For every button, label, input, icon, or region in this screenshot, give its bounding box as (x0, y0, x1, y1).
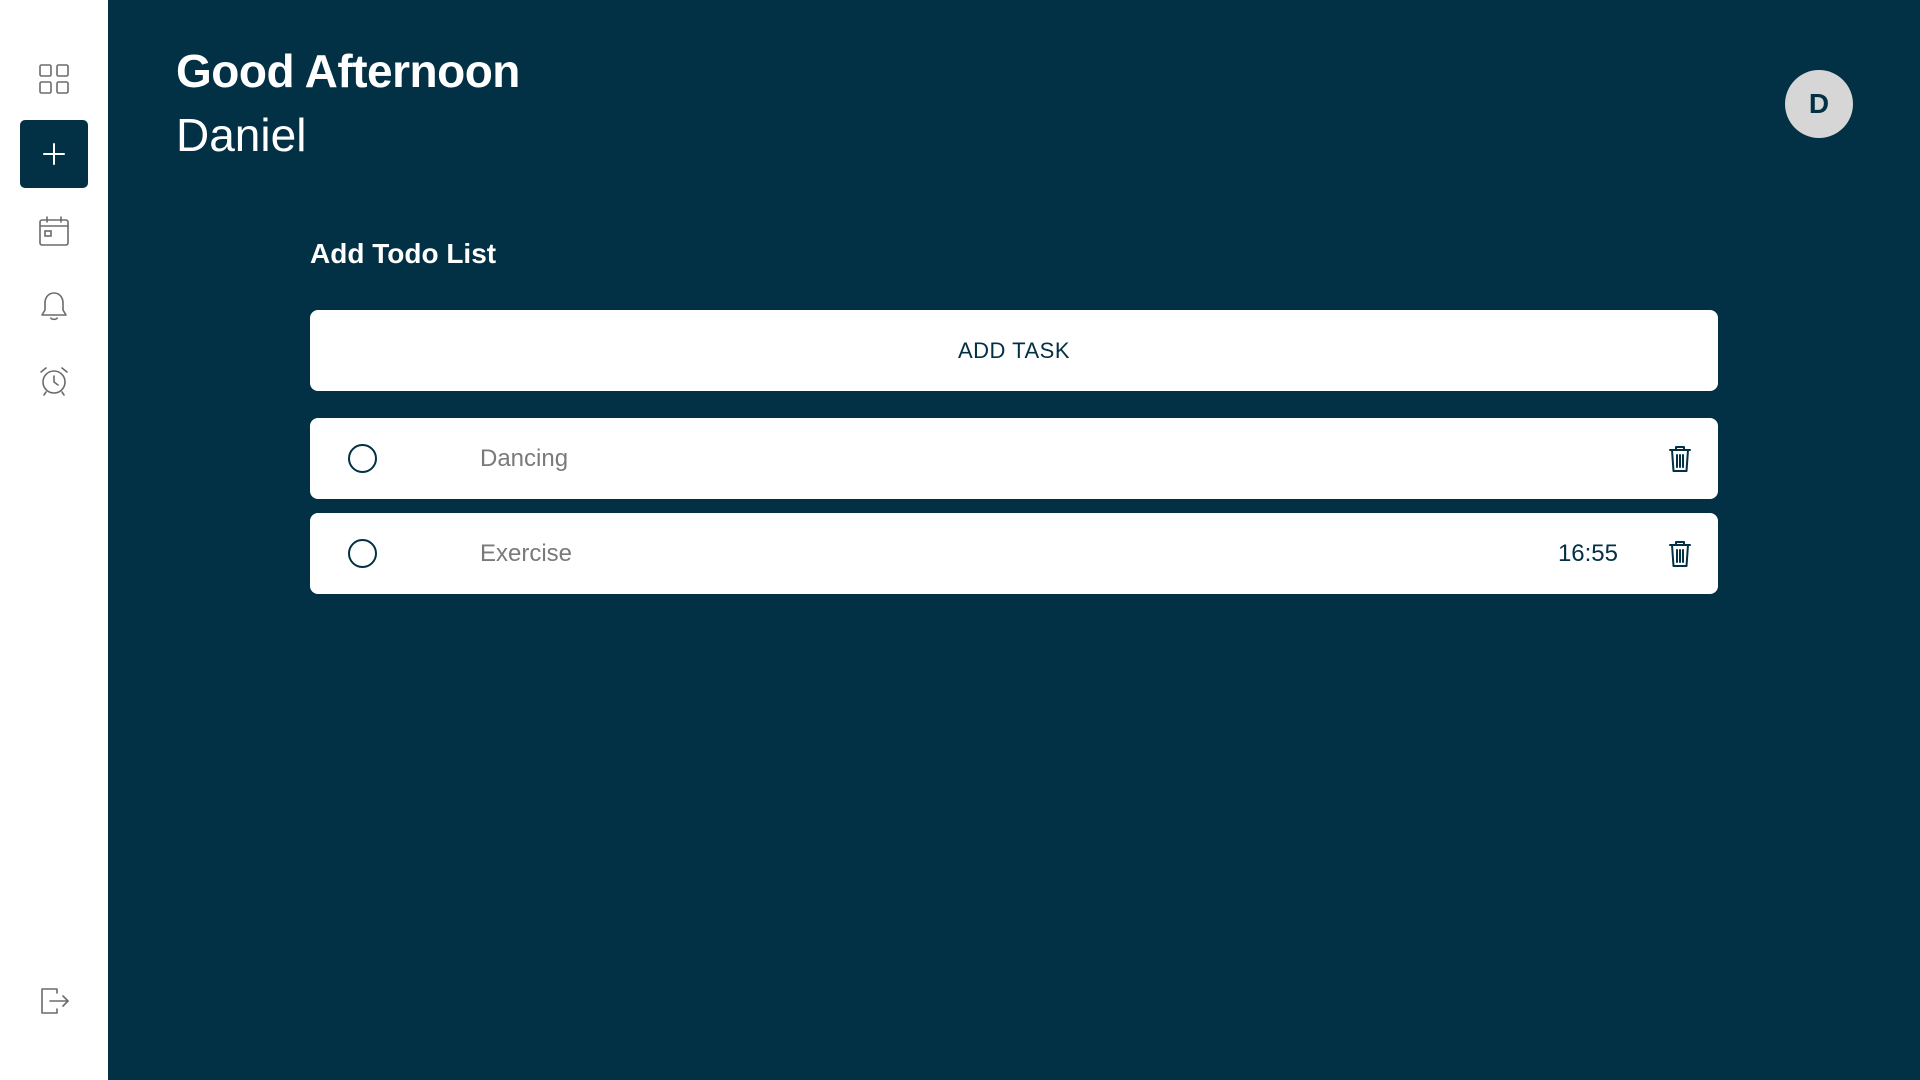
task-row: Dancing (310, 418, 1718, 499)
sidebar-item-alarm[interactable] (20, 347, 88, 415)
sidebar-item-calendar[interactable] (20, 197, 88, 265)
logout-button[interactable] (20, 967, 88, 1035)
task-time: 16:55 (1557, 540, 1618, 567)
task-row: Exercise 16:55 (310, 513, 1718, 594)
alarm-clock-icon (40, 367, 68, 396)
delete-task-button[interactable] (1666, 444, 1694, 474)
todo-section-title: Add Todo List (310, 238, 497, 269)
plus-icon (43, 143, 65, 165)
sidebar-item-notifications[interactable] (20, 272, 88, 340)
task-checkbox[interactable] (348, 539, 377, 568)
avatar[interactable]: D (1785, 70, 1853, 138)
delete-task-button[interactable] (1666, 539, 1694, 569)
trash-icon (1669, 541, 1691, 567)
main-content: Good Afternoon Daniel D Add Todo List AD… (108, 0, 1920, 1080)
grid-icon (39, 64, 69, 94)
username: Daniel (176, 109, 307, 161)
trash-icon (1669, 446, 1691, 472)
sidebar (0, 0, 108, 1080)
sidebar-item-add[interactable] (20, 120, 88, 188)
calendar-icon (39, 216, 69, 246)
task-label: Exercise (480, 540, 573, 567)
bell-icon (41, 292, 67, 321)
logout-icon (41, 988, 69, 1014)
task-label: Dancing (480, 445, 569, 472)
greeting-title: Good Afternoon (176, 45, 520, 97)
sidebar-item-dashboard[interactable] (20, 45, 88, 113)
task-checkbox[interactable] (348, 444, 377, 473)
add-task-button[interactable]: ADD TASK (310, 310, 1718, 391)
